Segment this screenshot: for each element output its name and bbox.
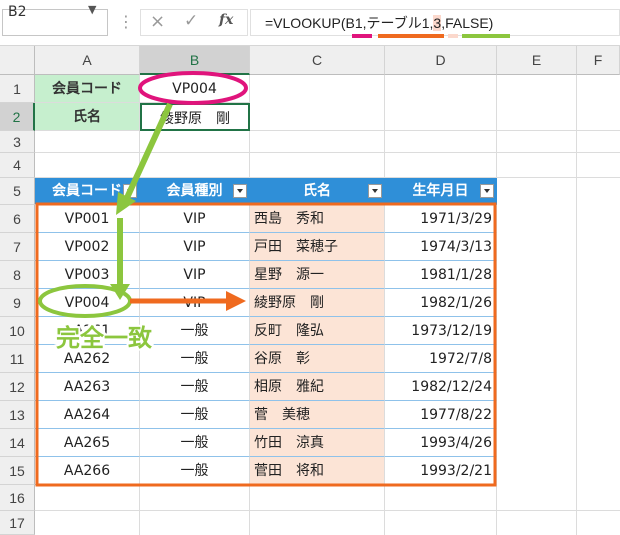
lookup-value-ellipse [138,71,248,105]
match-ellipse [38,284,132,318]
annotation-overlay [35,71,497,487]
green-arrow-line [123,102,173,202]
orange-arrowhead [226,291,246,311]
exact-match-label: 完全一致 [56,324,152,352]
